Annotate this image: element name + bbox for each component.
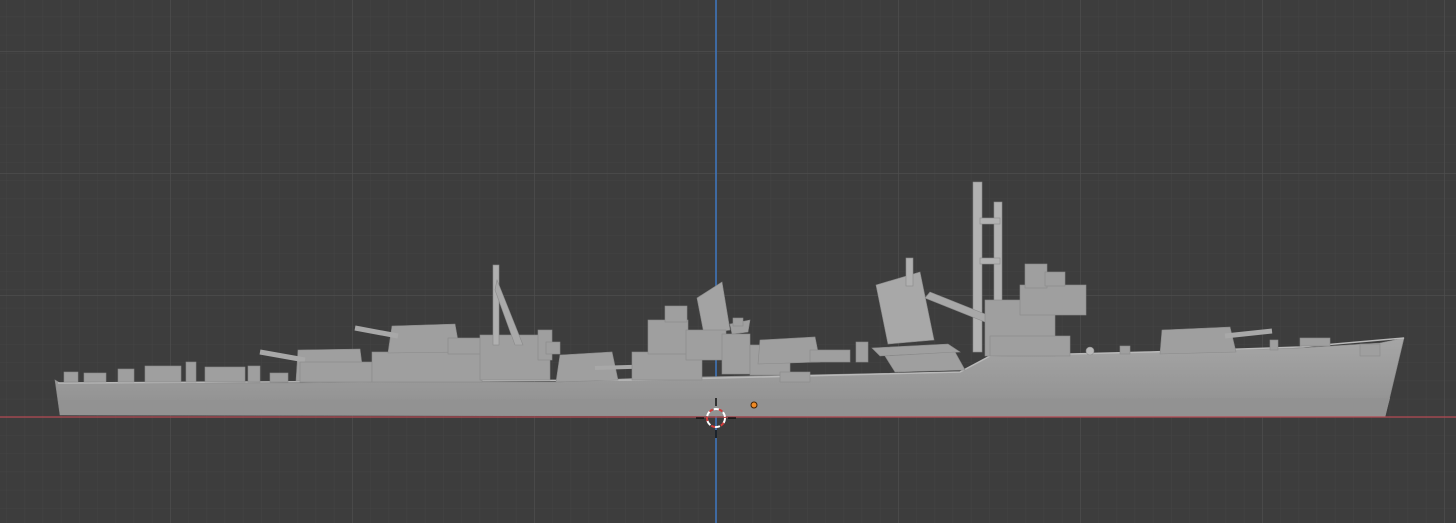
foremast[interactable] xyxy=(972,181,983,353)
object-origin-icon xyxy=(750,401,758,409)
viewport-canvas[interactable] xyxy=(0,0,1456,523)
3d-viewport[interactable] xyxy=(0,0,1456,523)
grid-major xyxy=(0,0,1456,523)
forward-turret[interactable] xyxy=(1159,326,1237,355)
